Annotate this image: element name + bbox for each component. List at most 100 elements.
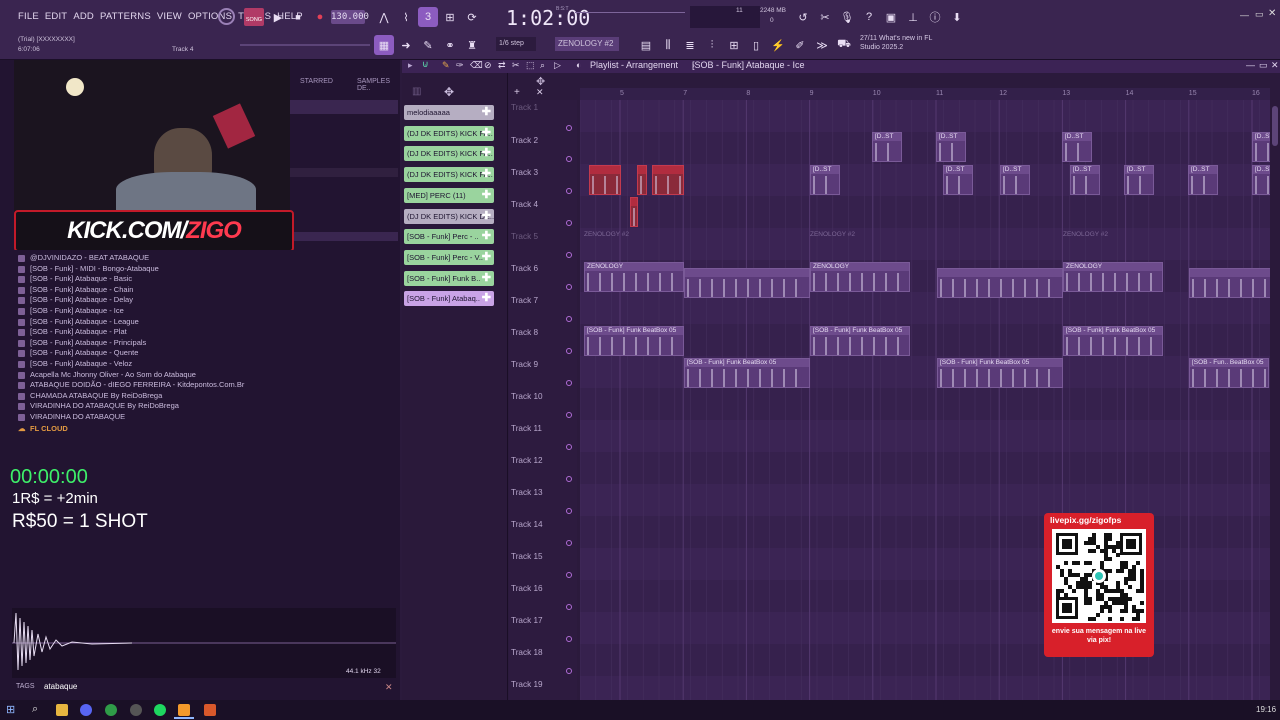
audio-clip[interactable]: [SOB - Funk] Funk BeatBox 05 — [937, 358, 1063, 388]
browser-icon[interactable]: ≣ — [680, 35, 700, 55]
track-name[interactable]: Track 5 — [511, 232, 538, 241]
slice-tool-icon[interactable]: ✂ — [512, 60, 520, 71]
channel-add-icon[interactable]: ✚ — [482, 188, 491, 203]
chrome-icon[interactable] — [105, 704, 117, 716]
channel-button[interactable]: [SOB - Funk] Funk B.. ✚ — [404, 270, 494, 286]
sample-waveform[interactable] — [12, 608, 396, 678]
menu-patterns[interactable]: PATTERNS — [100, 11, 151, 22]
audio-clip[interactable]: [D..ST — [936, 132, 966, 162]
browser-file-item[interactable]: [SOB - Funk] Atabaque - Chain — [0, 285, 400, 296]
browser-file-item[interactable]: [SOB - Funk] Atabaque - Veloz — [0, 359, 400, 370]
menu-add[interactable]: ADD — [73, 11, 94, 22]
channel-button[interactable]: (DJ DK EDITS) KICK FA.. ✚ — [404, 146, 494, 162]
magnet-icon[interactable]: ⊍ — [422, 59, 429, 70]
track-mute-icon[interactable] — [566, 540, 572, 546]
audio-clip[interactable]: [SOB - Funk] Funk BeatBox 05 — [810, 326, 910, 356]
browser-row-selected[interactable] — [290, 100, 398, 114]
mic-icon[interactable]: 🎙 — [837, 7, 857, 27]
delete-tool-icon[interactable]: ⌫ — [470, 60, 483, 71]
piano-roll-icon[interactable]: ▤ — [636, 35, 656, 55]
fl-studio-icon[interactable] — [178, 704, 190, 716]
tempo-display[interactable]: 130.000 — [331, 10, 369, 24]
channel-rack-icon[interactable]: ⊞ — [724, 35, 744, 55]
track-mute-icon[interactable] — [566, 156, 572, 162]
browser-row[interactable] — [290, 232, 398, 241]
playlist-icon[interactable]: ▦ — [374, 35, 394, 55]
track-name[interactable]: Track 1 — [511, 103, 538, 112]
pattern-clip[interactable] — [684, 268, 810, 298]
pattern-clip[interactable] — [1189, 268, 1280, 298]
pattern-clip[interactable] — [937, 268, 1063, 298]
position-slider[interactable] — [240, 44, 370, 46]
track-name[interactable]: Track 12 — [511, 456, 543, 465]
track-name[interactable]: Track 7 — [511, 296, 538, 305]
menu-view[interactable]: VIEW — [157, 11, 182, 22]
browser-file-item[interactable]: [SOB - Funk] Atabaque - Principals — [0, 338, 400, 349]
stamp-icon[interactable]: ♜ — [462, 35, 482, 55]
playlist-close-icon[interactable]: ✕ — [1271, 60, 1279, 71]
record-icon[interactable]: ● — [310, 7, 330, 27]
mute-tool-icon[interactable]: ⊘ — [484, 60, 492, 71]
stop-icon[interactable]: ■ — [288, 7, 308, 27]
track-mute-icon[interactable] — [566, 572, 572, 578]
knob-icon[interactable] — [218, 8, 235, 25]
channel-add-icon[interactable]: ✚ — [482, 126, 491, 141]
add-track-icon[interactable]: + — [514, 87, 520, 98]
channel-button[interactable]: (DJ DK EDITS) KICK FA.. ✚ — [404, 125, 494, 141]
channel-button[interactable]: melodiaaaaa ✚ — [404, 105, 494, 120]
channel-add-icon[interactable]: ✚ — [482, 250, 491, 265]
pattern-clip[interactable]: ZENOLOGY — [584, 262, 684, 292]
channel-button[interactable]: [SOB - Funk] Atabaq.. ✚ — [404, 291, 494, 307]
browser-file-item[interactable]: Acapella Mc Jhonny Oliver - Ao Som do At… — [0, 370, 400, 381]
song-mode-toggle[interactable]: SONG — [244, 8, 264, 26]
draw-tool-icon[interactable]: ✎ — [442, 60, 450, 71]
track-mute-icon[interactable] — [566, 636, 572, 642]
fx-icon[interactable]: ≫ — [812, 35, 832, 55]
explorer-icon[interactable] — [56, 704, 68, 716]
track-mute-icon[interactable] — [566, 604, 572, 610]
track-mute-icon[interactable] — [566, 252, 572, 258]
countdown-icon[interactable]: 3 — [418, 7, 438, 27]
track-name[interactable]: Track 4 — [511, 200, 538, 209]
loop-record-icon[interactable]: ⟳ — [462, 7, 482, 27]
channel-button[interactable]: [SOB - Funk] Perc - .. ✚ — [404, 229, 494, 245]
track-name[interactable]: Track 8 — [511, 328, 538, 337]
track-name[interactable]: Track 17 — [511, 616, 543, 625]
track-mute-icon[interactable] — [566, 316, 572, 322]
arrow-icon[interactable]: ➜ — [396, 35, 416, 55]
browser-file-item[interactable]: [SOB - Funk] Atabaque - Quente — [0, 348, 400, 359]
wait-icon[interactable]: ⌇ — [396, 7, 416, 27]
pattern-clip[interactable] — [630, 197, 638, 227]
menu-file[interactable]: FILE — [18, 11, 39, 22]
channel-add-icon[interactable]: ✚ — [482, 105, 491, 120]
playlist-arrow-icon[interactable]: ▸ — [408, 60, 413, 71]
track-mute-icon[interactable] — [566, 444, 572, 450]
track-mute-icon[interactable] — [566, 668, 572, 674]
ghost-clip[interactable]: ZENOLOGY #2 — [810, 231, 930, 243]
track-name[interactable]: Track 15 — [511, 552, 543, 561]
link-icon[interactable]: ⚭ — [440, 35, 460, 55]
playlist-max-icon[interactable]: ▭ — [1259, 60, 1268, 71]
audio-clip[interactable]: [D..ST — [1124, 165, 1154, 195]
track-mute-icon[interactable] — [566, 508, 572, 514]
browser-file-item[interactable]: [SOB - Funk] Atabaque - Basic — [0, 274, 400, 285]
discord-icon[interactable] — [80, 704, 92, 716]
track-name[interactable]: Track 10 — [511, 392, 543, 401]
mixer-icon[interactable]: ⫶ — [702, 35, 722, 55]
close-icon[interactable]: ✕ — [1268, 8, 1276, 19]
browser-file-item[interactable]: VIRADINHA DO ATABAQUE — [0, 412, 400, 423]
track-name[interactable]: Track 6 — [511, 264, 538, 273]
news-panel[interactable]: 27/11 What's new in FL Studio 2025.2 — [860, 34, 950, 52]
track-name[interactable]: Track 18 — [511, 648, 543, 657]
plugin-icon[interactable]: ⊥ — [903, 7, 923, 27]
playlist-min-icon[interactable]: — — [1246, 60, 1255, 70]
menu-edit[interactable]: EDIT — [45, 11, 67, 22]
browser-file-item[interactable]: [SOB - Funk] Atabaque - Plat — [0, 327, 400, 338]
channel-add-icon[interactable]: ✚ — [482, 209, 491, 224]
blend-icon[interactable]: ⊞ — [440, 7, 460, 27]
channel-add-icon[interactable]: ✚ — [482, 167, 491, 182]
master-volume-slider[interactable] — [575, 12, 685, 24]
playlist-menu-icon[interactable]: ◐ — [576, 60, 581, 70]
track-mute-icon[interactable] — [566, 380, 572, 386]
channel-add-icon[interactable]: ✚ — [482, 229, 491, 244]
